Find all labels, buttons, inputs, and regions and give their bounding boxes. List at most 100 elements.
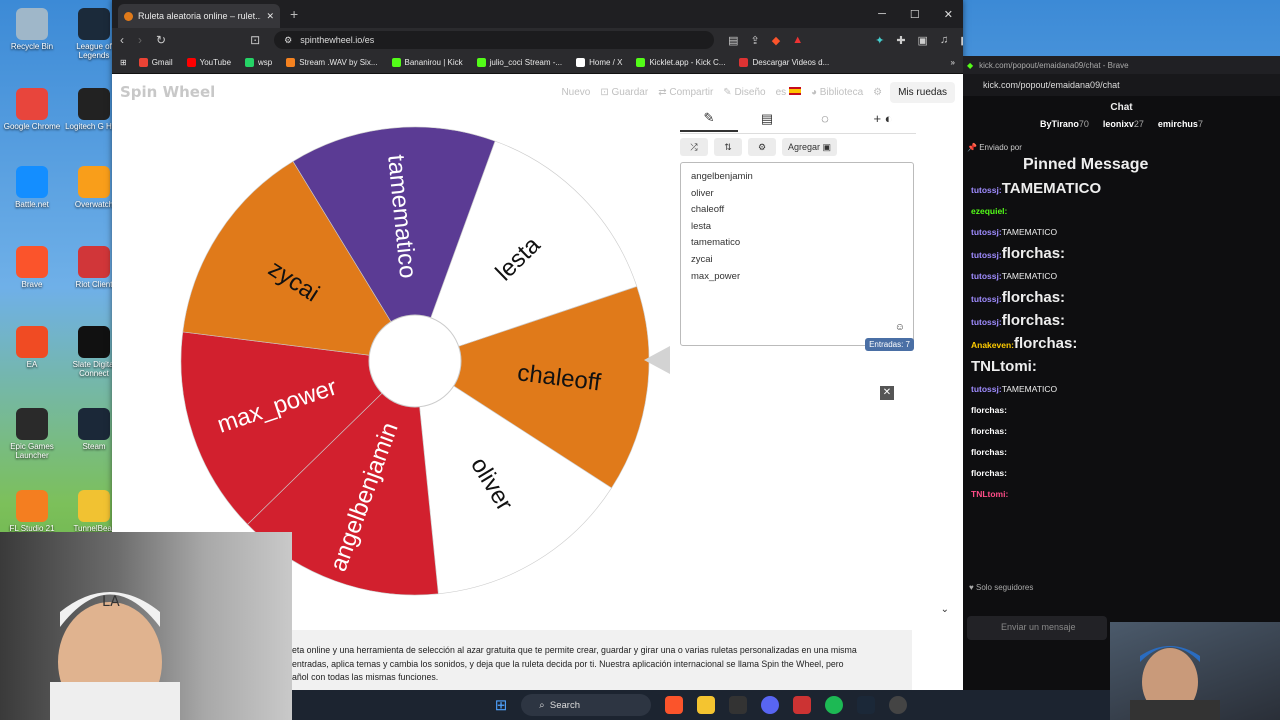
bookmark-item[interactable]: Kicklet.app - Kick C... (636, 58, 725, 67)
settings-icon[interactable]: ⚙ (873, 87, 882, 98)
extension-icon[interactable]: ✦ (875, 34, 884, 47)
desktop-icon[interactable]: FL Studio 21 (2, 490, 62, 533)
bookmark-item[interactable]: Home / X (576, 58, 622, 67)
desktop-icon[interactable]: Brave (2, 246, 62, 289)
chat-username[interactable]: tutossj: (971, 384, 1002, 394)
spin-wheel[interactable]: lesta chaleoff oliver angelbenjamin max_powe… (178, 124, 652, 598)
results-tab-icon[interactable]: ▤ (738, 111, 796, 131)
entries-textarea[interactable]: angelbenjamin oliver chaleoff lesta tamemati… (680, 162, 914, 346)
spotify-taskbar-icon[interactable] (825, 696, 844, 714)
share-icon[interactable]: ⇪ (751, 34, 760, 47)
chat-username[interactable]: florchas: (971, 426, 1007, 436)
gifter-item[interactable]: ByTirano70 (1040, 119, 1089, 129)
menu-language[interactable]: es (776, 86, 801, 98)
desktop-icon[interactable]: Epic Games Launcher (2, 408, 62, 460)
browser-tab[interactable]: Ruleta aleatoria online – rulet... ✕ (118, 4, 280, 28)
image-settings-icon[interactable]: ⚙ (748, 138, 776, 156)
taskbar-search[interactable]: ⌕ Search (521, 694, 652, 716)
terminal-taskbar-icon[interactable] (729, 696, 748, 714)
chat-message-text: florchas: (1001, 245, 1066, 262)
desktop-icon[interactable]: Google Chrome (2, 88, 62, 131)
chat-username[interactable]: tutossj: (971, 271, 1002, 281)
back-icon[interactable]: ‹ (120, 33, 124, 47)
entry-line[interactable]: lesta (691, 219, 903, 236)
bookmark-item[interactable]: Stream .WAV by Six... (286, 58, 378, 67)
reader-icon[interactable]: ▤ (728, 34, 738, 47)
start-icon[interactable]: ⊞ (495, 696, 508, 714)
chat-input[interactable]: Enviar un mensaje (967, 616, 1107, 640)
desktop-icon[interactable]: Recycle Bin (2, 8, 62, 51)
maximize-icon[interactable]: ☐ (910, 8, 920, 21)
entry-line[interactable]: max_power (691, 269, 903, 286)
chat-username[interactable]: Anakeven: (971, 340, 1014, 350)
brave-taskbar-icon[interactable] (665, 696, 684, 714)
bookmark-item[interactable]: Gmail (138, 58, 173, 67)
add-image-button[interactable]: Agregar ▣ (782, 138, 838, 156)
chat-username[interactable]: tutossj: (971, 185, 1002, 195)
my-wheels-button[interactable]: Mis ruedas (890, 81, 955, 103)
wheel-svg[interactable]: lestachaleoffoliverangelbenjaminmax_powe… (178, 124, 652, 598)
app-taskbar-icon[interactable] (793, 696, 812, 714)
pinned-message-title[interactable]: Pinned Message (1023, 156, 1280, 174)
chat-username[interactable]: tutossj: (971, 227, 1002, 237)
new-tab-button[interactable]: + (290, 6, 298, 22)
menu-design[interactable]: ✎ Diseño (723, 87, 765, 98)
gifter-item[interactable]: emirchus7 (1158, 119, 1203, 129)
menu-library[interactable]: ◕ Biblioteca (811, 87, 863, 98)
desktop-icon[interactable]: Battle.net (2, 166, 62, 209)
minimize-icon[interactable]: ─ (878, 8, 886, 21)
bookmark-item[interactable]: julio_coci Stream -... (476, 58, 562, 67)
menu-share[interactable]: ⇄ Compartir (658, 87, 713, 98)
hidden-tab-icon[interactable]: ◌ (796, 111, 854, 130)
bookmark-item[interactable]: Descargar Videos d... (739, 58, 829, 67)
bookmark-item[interactable]: YouTube (186, 58, 231, 67)
chat-username[interactable]: tutossj: (971, 294, 1002, 304)
close-window-icon[interactable]: ✕ (944, 8, 953, 21)
apps-icon[interactable]: ⊞ (120, 58, 127, 67)
entry-line[interactable]: angelbenjamin (691, 169, 903, 186)
emoji-icon[interactable]: ☺ (895, 320, 905, 337)
forward-icon[interactable]: › (138, 33, 142, 47)
reload-icon[interactable]: ↻ (156, 33, 166, 47)
chat-username[interactable]: ezequiel: (971, 206, 1007, 216)
discord-taskbar-icon[interactable] (761, 696, 780, 714)
desktop-icon[interactable]: EA (2, 326, 62, 369)
rewards-icon[interactable]: ▲ (792, 34, 803, 47)
close-ad-icon[interactable]: ✕ (880, 386, 894, 400)
brave-shield-icon[interactable]: ◆ (772, 34, 780, 47)
sort-icon[interactable]: ⇅ (714, 138, 742, 156)
entry-line[interactable]: oliver (691, 186, 903, 203)
chat-username[interactable]: florchas: (971, 405, 1007, 415)
site-logo[interactable]: Spin Wheel (120, 83, 215, 101)
entry-line[interactable]: zycai (691, 252, 903, 269)
entry-line[interactable]: tamematico (691, 235, 903, 252)
bookmark-icon[interactable]: ⊡ (250, 33, 260, 47)
chat-username[interactable]: tutossj: (971, 250, 1002, 260)
screenshot-icon[interactable]: ▣ (918, 34, 928, 47)
add-wheel-icon[interactable]: + ◐ (854, 111, 912, 130)
gifter-item[interactable]: leonixv27 (1103, 119, 1144, 129)
chat-username[interactable]: tutossj: (971, 317, 1002, 327)
bookmark-item[interactable]: wsp (245, 58, 272, 67)
more-bookmarks-icon[interactable]: » (951, 58, 955, 67)
chevron-down-icon[interactable]: ⌄ (941, 604, 949, 615)
explorer-taskbar-icon[interactable] (697, 696, 716, 714)
steam-taskbar-icon[interactable] (857, 696, 876, 714)
chat-username[interactable]: florchas: (971, 447, 1007, 457)
sidebar-icon[interactable]: ◧ (960, 34, 963, 47)
site-info-icon[interactable]: ⚙ (284, 35, 292, 46)
menu-save[interactable]: ⊡ Guardar (600, 87, 648, 98)
shuffle-icon[interactable]: ⤮ (680, 138, 708, 156)
chat-username[interactable]: TNLtomi: (971, 489, 1008, 499)
media-icon[interactable]: ♫ (940, 34, 948, 47)
obs-taskbar-icon[interactable] (889, 696, 908, 714)
chat-username[interactable]: florchas: (971, 468, 1007, 478)
edit-tab-icon[interactable]: ✎ (680, 110, 738, 132)
address-bar[interactable]: ⚙ spinthewheel.io/es (274, 31, 715, 49)
bookmark-item[interactable]: Bananirou | Kick (391, 58, 463, 67)
close-tab-icon[interactable]: ✕ (266, 11, 274, 22)
wheel-center[interactable] (368, 314, 462, 408)
menu-new[interactable]: Nuevo (561, 87, 590, 98)
puzzle-icon[interactable]: ✚ (896, 34, 905, 47)
entry-line[interactable]: chaleoff (691, 202, 903, 219)
